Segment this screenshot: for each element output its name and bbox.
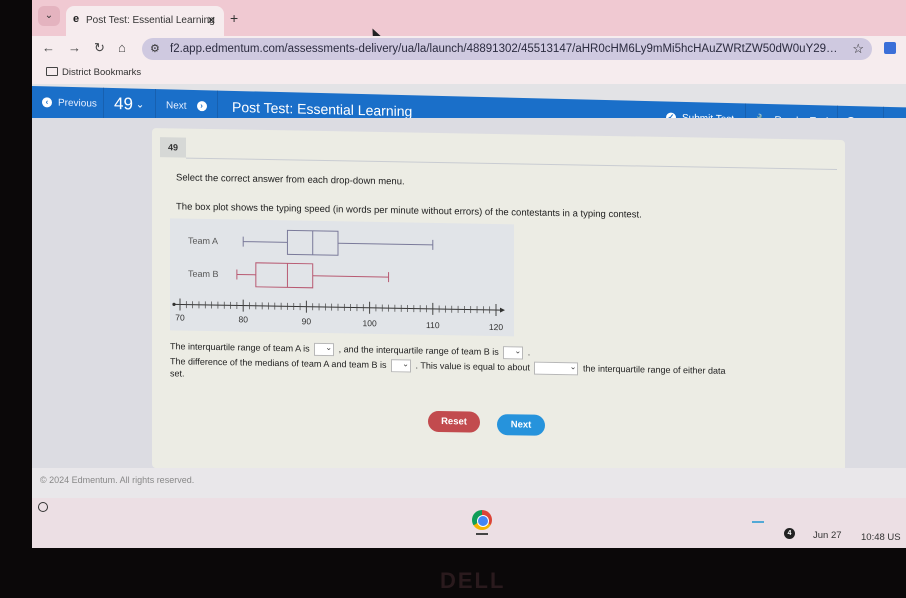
dell-logo: DELL [440, 568, 506, 593]
question-number-dropdown[interactable]: 49 ⌄ [104, 87, 156, 122]
whisker-high [312, 275, 389, 278]
line2-text-a: The difference of the medians of team A … [170, 356, 387, 370]
running-indicator [476, 533, 488, 535]
box-plot-svg: Team A Team B 70 80 90 100 110 120 [172, 229, 505, 332]
line1-end: . [527, 347, 531, 358]
tick-label: 70 [175, 312, 185, 322]
content-area: 49 Select the correct answer from each d… [32, 118, 906, 481]
tab-title: Post Test: Essential Learning [86, 15, 215, 26]
back-arrow-icon[interactable]: ← [42, 40, 55, 55]
box-plot: Team A Team B 70 80 90 100 110 120 [170, 218, 514, 337]
question-line-3: set. [170, 368, 185, 379]
iqr-box [255, 262, 314, 289]
line2-text-b: . This value is equal to about [415, 360, 530, 373]
translate-extension-icon[interactable] [884, 42, 896, 54]
tick-label: 110 [426, 320, 440, 330]
forward-arrow-icon[interactable]: → [68, 40, 81, 55]
time-text: 10:48 [861, 532, 885, 543]
folder-icon [46, 67, 58, 76]
next-button[interactable]: Next [497, 414, 545, 436]
tick-label: 120 [489, 322, 503, 332]
instruction-text: Select the correct answer from each drop… [176, 172, 405, 188]
question-number-badge: 49 [160, 137, 186, 158]
series-label: Team B [188, 269, 219, 280]
tablet-mode-icon[interactable] [752, 521, 764, 533]
question-number: 49 [114, 94, 133, 114]
page-footer: © 2024 Edmentum. All rights reserved. [32, 468, 906, 498]
question-card: 49 Select the correct answer from each d… [152, 128, 845, 481]
browser-toolbar: ← → ↻ ⌂ ⚙ f2.app.edmentum.com/assessment… [32, 36, 906, 62]
address-bar[interactable]: ⚙ f2.app.edmentum.com/assessments-delive… [142, 38, 872, 60]
iqr-team-a-dropdown[interactable]: ⌄ [314, 342, 335, 357]
axis-arrow-right [500, 307, 505, 313]
bookmark-folder-district[interactable]: District Bookmarks [62, 67, 141, 78]
line1-text-b: , and the interquartile range of team B … [338, 344, 499, 357]
median-difference-dropdown[interactable]: ⌄ [390, 359, 411, 373]
tick-label: 90 [302, 316, 312, 326]
line2-text-c: the interquartile range of either data [582, 363, 726, 376]
screen: ⌄ e Post Test: Essential Learning ✕ + ← … [32, 0, 906, 548]
previous-button[interactable]: ‹ Previous [32, 86, 104, 120]
home-icon[interactable]: ⌂ [118, 40, 126, 55]
tick-label: 80 [238, 314, 248, 324]
notification-count-badge[interactable]: 4 [784, 528, 795, 539]
question-prompt: The box plot shows the typing speed (in … [176, 201, 642, 221]
edmentum-favicon-icon: e [73, 13, 80, 25]
tick-label: 100 [363, 318, 377, 328]
launcher-icon[interactable] [38, 502, 48, 512]
date-display[interactable]: Jun 27 [813, 530, 842, 541]
tab-strip: ⌄ e Post Test: Essential Learning ✕ + [32, 0, 906, 42]
whisker-high [338, 242, 433, 246]
new-tab-button[interactable]: + [230, 10, 238, 26]
url-text[interactable]: f2.app.edmentum.com/assessments-delivery… [170, 43, 840, 55]
site-settings-icon[interactable]: ⚙ [150, 42, 160, 55]
chrome-app-icon[interactable] [472, 510, 492, 530]
locale-text: US [887, 532, 901, 543]
previous-label: Previous [58, 97, 97, 110]
bookmark-star-icon[interactable]: ☆ [852, 41, 864, 57]
browser-tab[interactable]: e Post Test: Essential Learning ✕ [66, 6, 224, 36]
line1-text-a: The interquartile range of team A is [170, 341, 310, 354]
test-title: Post Test: Essential Learning [232, 98, 413, 120]
chevron-down-icon: ⌄ [514, 346, 522, 356]
bookmarks-bar: District Bookmarks [32, 62, 906, 84]
arrow-left-circle-icon: ‹ [42, 97, 52, 108]
chevron-down-icon: ⌄ [325, 343, 333, 353]
axis-arrow-left [172, 302, 176, 306]
reset-button[interactable]: Reset [428, 410, 480, 433]
chevron-down-icon: ⌄ [402, 359, 409, 369]
close-tab-icon[interactable]: ✕ [207, 14, 216, 27]
os-shelf: 4 Jun 27 10:48 US [32, 498, 906, 548]
question-line-2: The difference of the medians of team A … [170, 355, 726, 378]
series-label: Team A [188, 236, 218, 247]
clock-display[interactable]: 10:48 US [861, 532, 901, 543]
copyright-text: © 2024 Edmentum. All rights reserved. [40, 475, 195, 485]
header-divider [186, 157, 837, 170]
whisker-low [243, 241, 288, 243]
chevron-down-icon: ⌄ [135, 99, 145, 111]
reload-icon[interactable]: ↻ [94, 40, 105, 56]
iqr-team-b-dropdown[interactable]: ⌄ [503, 346, 524, 360]
fraction-of-iqr-dropdown[interactable]: ⌄ [534, 361, 579, 376]
next-label: Next [166, 99, 187, 112]
chevron-down-icon: ⌄ [569, 362, 577, 372]
tab-search-chevron-icon[interactable]: ⌄ [38, 6, 60, 26]
arrow-right-circle-icon: › [196, 101, 207, 112]
